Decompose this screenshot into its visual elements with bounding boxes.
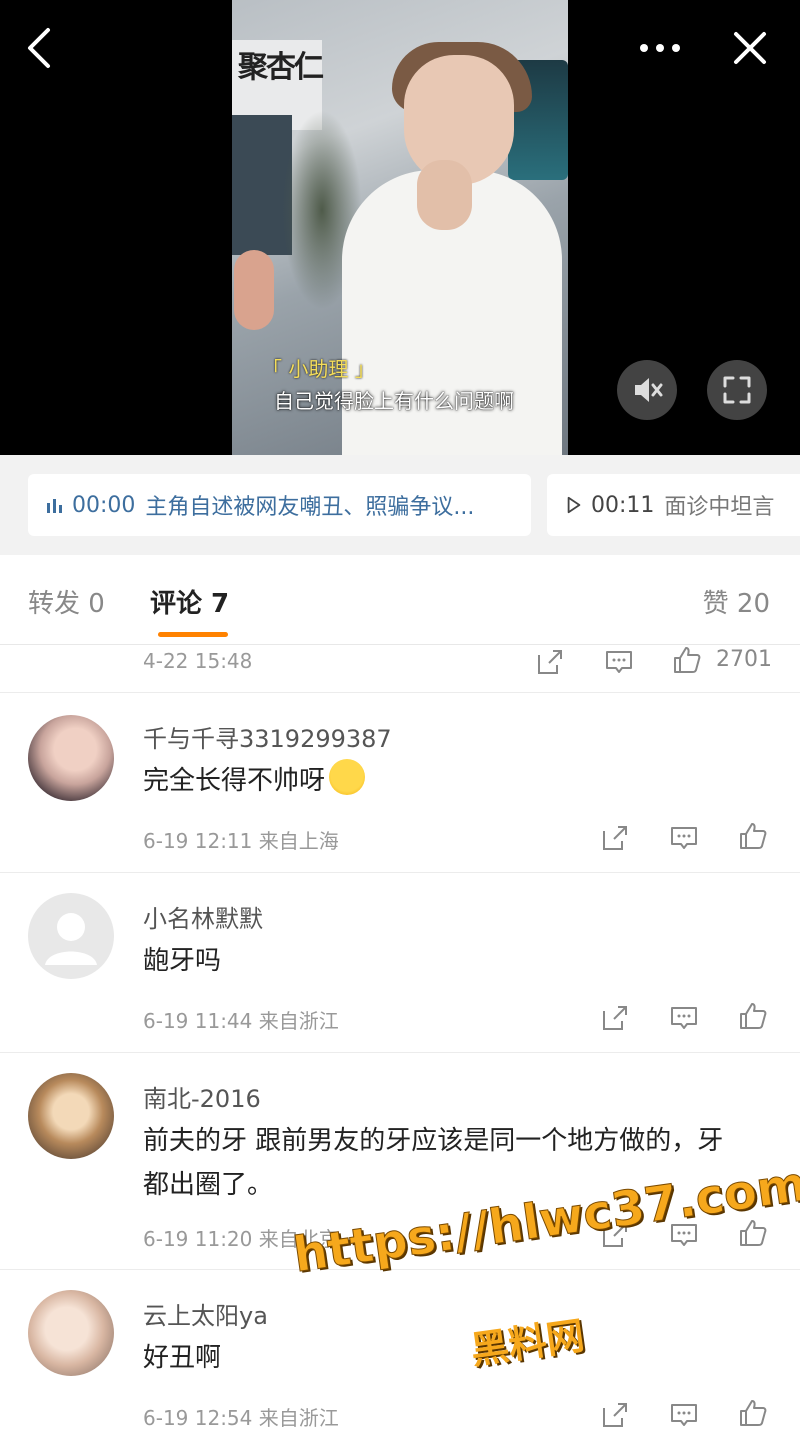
thumbs-up-icon[interactable] (738, 821, 768, 851)
chapter-item[interactable]: 00:11 面诊中坦言 (547, 474, 800, 536)
comment-text: 完全长得不帅呀 (143, 759, 763, 803)
avatar[interactable] (28, 1290, 114, 1376)
comment-icon[interactable] (669, 1400, 699, 1430)
chevron-left-icon (28, 28, 50, 68)
subtitle-speaker: 「 小助理 」 (262, 357, 375, 381)
laugh-cry-emoji-icon (329, 759, 366, 795)
share-icon[interactable] (535, 647, 565, 677)
avatar[interactable] (28, 893, 114, 979)
store-sign: 聚杏仁 (238, 50, 324, 85)
share-icon[interactable] (600, 823, 630, 853)
comment-meta: 6-19 12:54 来自浙江 (143, 1406, 339, 1430)
comment-text: 龅牙吗 (143, 946, 222, 976)
video-player[interactable]: 聚杏仁 「 小助理 」 自己觉得脸上有什么问题啊 (0, 0, 800, 455)
thumbs-up-icon[interactable] (738, 1218, 768, 1248)
avatar[interactable] (28, 1073, 114, 1159)
mute-button[interactable] (617, 360, 677, 420)
comment-username[interactable]: 云上太阳ya (143, 1296, 268, 1331)
share-icon[interactable] (600, 1003, 630, 1033)
chapter-title: 主角自述被网友嘲丑、照骗争议... (145, 495, 475, 520)
comment-meta: 6-19 11:44 来自浙江 (143, 1009, 339, 1033)
comment-username[interactable]: 小名林默默 (143, 899, 263, 934)
comment-item: 小名林默默 龅牙吗 6-19 11:44 来自浙江 (0, 873, 800, 1053)
close-x-icon (734, 32, 766, 64)
chapter-item[interactable]: 00:00 主角自述被网友嘲丑、照骗争议... (28, 474, 531, 536)
share-icon[interactable] (600, 1400, 630, 1430)
more-dots-icon (640, 44, 680, 52)
back-button[interactable] (22, 22, 62, 72)
comment-time: 4-22 15:48 (143, 649, 253, 673)
comment-item: 千与千寻3319299387 完全长得不帅呀 6-19 12:11 来自上海 (0, 693, 800, 873)
audio-bars-icon (47, 499, 62, 513)
active-tab-indicator (158, 632, 228, 637)
comment-text: 好丑啊 (143, 1343, 222, 1373)
comment-icon[interactable] (669, 823, 699, 853)
more-button[interactable] (632, 22, 692, 72)
chapter-title: 面诊中坦言 (664, 495, 775, 520)
play-icon (567, 496, 581, 514)
subtitle-text: 自己觉得脸上有什么问题啊 (274, 389, 514, 413)
thumbs-up-icon[interactable] (672, 645, 702, 675)
thumbs-up-icon[interactable] (738, 1398, 768, 1428)
comment-meta: 6-19 12:11 来自上海 (143, 829, 339, 853)
tab-repost[interactable]: 转发 0 (28, 583, 105, 620)
comment-item: 云上太阳ya 好丑啊 6-19 12:54 来自浙江 (0, 1270, 800, 1446)
chapter-time: 00:11 (591, 492, 655, 518)
comment-icon[interactable] (604, 647, 634, 677)
close-button[interactable] (728, 22, 772, 72)
speaker-muted-icon (635, 378, 663, 402)
like-count: 2701 (716, 647, 772, 672)
avatar[interactable] (28, 715, 114, 801)
tab-comment[interactable]: 评论 7 (150, 583, 229, 620)
comment-username[interactable]: 千与千寻3319299387 (143, 719, 392, 754)
tab-like[interactable]: 赞 20 (703, 583, 770, 620)
comment-username[interactable]: 南北-2016 (143, 1079, 261, 1114)
comment-footer: 4-22 15:48 2701 (0, 645, 800, 693)
comment-icon[interactable] (669, 1003, 699, 1033)
fullscreen-button[interactable] (707, 360, 767, 420)
fullscreen-icon (723, 376, 751, 404)
default-user-icon (45, 913, 97, 965)
tab-bar: 转发 0 评论 7 赞 20 (0, 555, 800, 645)
chapter-time: 00:00 (72, 492, 136, 518)
thumbs-up-icon[interactable] (738, 1001, 768, 1031)
chapter-strip: 00:00 主角自述被网友嘲丑、照骗争议... 00:11 面诊中坦言 (0, 455, 800, 555)
